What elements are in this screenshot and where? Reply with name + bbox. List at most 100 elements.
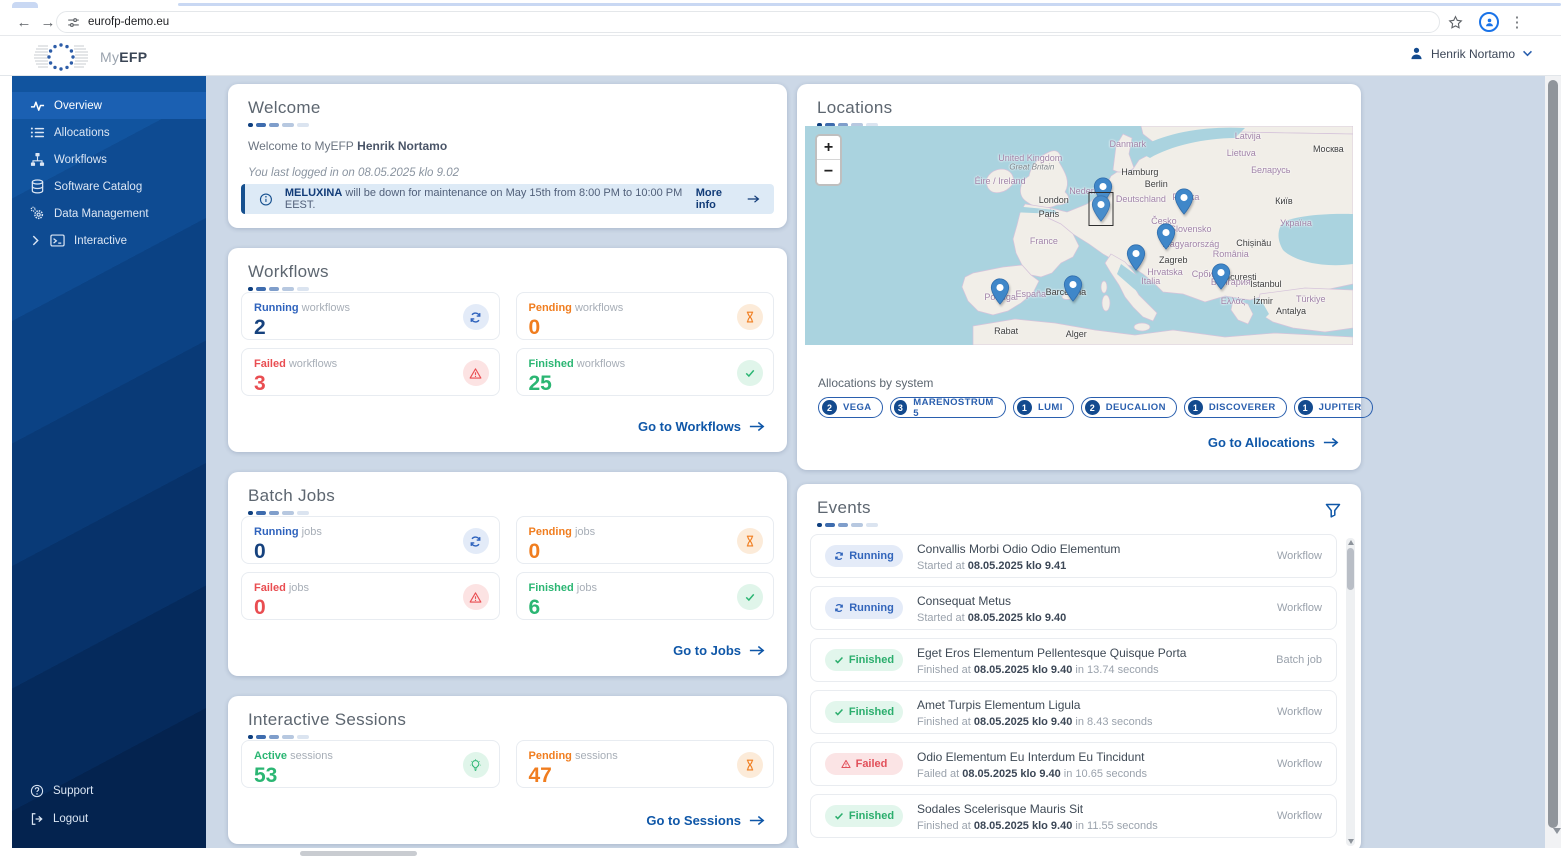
hourglass-icon [737, 528, 763, 554]
user-icon [1409, 46, 1424, 61]
arrow-right-icon [1323, 437, 1339, 448]
event-title: Sodales Scelerisque Mauris Sit [917, 802, 1083, 816]
sidebar-item-logout[interactable]: Logout [12, 806, 206, 832]
europe-map[interactable]: United KingdomGreat BritainÉire / Irelan… [805, 126, 1353, 345]
sidebar-item-overview[interactable]: Overview [12, 92, 206, 119]
info-icon [259, 192, 273, 207]
sync-icon [834, 603, 844, 613]
user-name: Henrik Nortamo [1431, 47, 1515, 61]
arrow-right-icon [749, 645, 765, 656]
url-bar[interactable]: eurofp-demo.eu [56, 11, 1440, 33]
bottom-strip [0, 848, 1561, 858]
sidebar: Overview Allocations Workflows Software … [12, 76, 206, 848]
event-row[interactable]: Running Convallis Morbi Odio Odio Elemen… [810, 534, 1337, 578]
events-list: Running Convallis Morbi Odio Odio Elemen… [810, 534, 1337, 852]
banner-text: MELUXINA will be down for maintenance on… [285, 187, 684, 211]
chip-vega: 2VEGA [818, 397, 883, 418]
title-decoration [817, 523, 878, 527]
event-type: Workflow [1277, 602, 1322, 614]
event-row[interactable]: Finished Amet Turpis Elementum LigulaFin… [810, 690, 1337, 734]
sidebar-item-workflows[interactable]: Workflows [12, 146, 206, 173]
events-title: Events [817, 498, 878, 518]
event-detail: Finished at 08.05.2025 klo 9.40 in 8.43 … [917, 716, 1263, 728]
map-pin[interactable] [991, 278, 1010, 305]
services-gear-icon [30, 206, 45, 221]
sessions-title: Interactive Sessions [248, 710, 767, 730]
forward-icon[interactable]: → [38, 12, 58, 32]
lightbulb-icon [463, 752, 489, 778]
page-scrollbar[interactable] [1545, 76, 1561, 848]
stat-running-workflows: Running workflows 2 [241, 292, 500, 340]
events-scrollbar[interactable] [1346, 538, 1355, 846]
status-badge-running: Running [825, 597, 903, 619]
map-pin[interactable] [1157, 223, 1176, 250]
stat-pending-workflows: Pending workflows 0 [516, 292, 775, 340]
browser-toolbar: ← → eurofp-demo.eu ⋮ [0, 8, 1561, 36]
browser-profile-avatar[interactable] [1479, 12, 1499, 32]
filter-icon[interactable] [1325, 502, 1341, 523]
zoom-in-button[interactable]: + [817, 136, 840, 160]
map-pin[interactable] [1211, 263, 1230, 290]
map-pin[interactable] [1063, 275, 1082, 302]
welcome-card: Welcome Welcome to MyEFP Henrik Nortamo … [228, 84, 787, 228]
sidebar-item-support[interactable]: Support [12, 778, 206, 804]
user-menu[interactable]: Henrik Nortamo [1409, 46, 1533, 61]
warning-icon [463, 360, 489, 386]
welcome-user-name: Henrik Nortamo [357, 139, 447, 153]
app-header: MyEFP Henrik Nortamo [0, 36, 1561, 76]
sidebar-item-allocations[interactable]: Allocations [12, 119, 206, 146]
bookmark-star-icon[interactable] [1445, 12, 1465, 32]
title-decoration [248, 735, 767, 739]
url-text[interactable]: eurofp-demo.eu [88, 16, 169, 28]
app-logo [30, 38, 92, 79]
event-row[interactable]: Finished Sodales Scelerisque Mauris SitF… [810, 794, 1337, 838]
title-decoration [248, 511, 767, 515]
last-login-text: You last logged in on 08.05.2025 klo 9.0… [248, 167, 767, 179]
sidebar-item-software-catalog[interactable]: Software Catalog [12, 173, 206, 200]
more-info-link[interactable]: More info [696, 187, 760, 211]
event-row[interactable]: Finished Eget Eros Elementum Pellentesqu… [810, 638, 1337, 682]
workflows-stats: Running workflows 2 Pending workflows 0 … [241, 292, 774, 396]
chevron-right-icon [32, 235, 39, 246]
scroll-down-arrow [1553, 828, 1561, 834]
check-icon [834, 811, 844, 821]
events-scrollbar-thumb[interactable] [1347, 548, 1354, 590]
sitemap-icon [30, 152, 45, 167]
scroll-up-arrow[interactable] [1348, 540, 1354, 545]
event-type: Workflow [1277, 810, 1322, 822]
browser-top-line [178, 3, 1561, 6]
arrow-right-icon [749, 815, 765, 826]
back-icon[interactable]: ← [14, 12, 34, 32]
page-scrollbar-thumb[interactable] [1548, 80, 1558, 828]
go-to-jobs-link[interactable]: Go to Jobs [673, 643, 765, 658]
workflows-title: Workflows [248, 262, 767, 282]
map-pin[interactable] [1091, 195, 1110, 222]
allocations-by-system-label: Allocations by system [818, 376, 933, 390]
go-to-allocations-link[interactable]: Go to Allocations [1208, 435, 1339, 450]
welcome-greeting: Welcome to MyEFP Henrik Nortamo [248, 139, 767, 153]
browser-top-strip [0, 0, 1561, 8]
scroll-down-arrow[interactable] [1348, 839, 1354, 844]
site-settings-icon[interactable] [67, 16, 80, 29]
maintenance-banner: MELUXINA will be down for maintenance on… [241, 184, 774, 214]
go-to-sessions-link[interactable]: Go to Sessions [646, 813, 765, 828]
sidebar-item-data-management[interactable]: Data Management [12, 200, 206, 227]
map-pin[interactable] [1126, 244, 1145, 271]
list-icon [30, 125, 45, 140]
browser-menu-icon[interactable]: ⋮ [1507, 12, 1527, 32]
chip-deucalion: 2DEUCALION [1081, 397, 1177, 418]
horizontal-scrollbar-thumb[interactable] [300, 851, 417, 856]
sync-icon [834, 551, 844, 561]
sidebar-item-interactive[interactable]: Interactive [12, 227, 206, 254]
hourglass-icon [737, 304, 763, 330]
event-title: Consequat Metus [917, 594, 1011, 608]
sessions-card: Interactive Sessions Active sessions 53 … [228, 696, 787, 844]
stat-pending-jobs: Pending jobs 0 [516, 516, 775, 564]
event-row[interactable]: Failed Odio Elementum Eu Interdum Eu Tin… [810, 742, 1337, 786]
event-row[interactable]: Running Consequat MetusStarted at 08.05.… [810, 586, 1337, 630]
events-card: Events Running Convallis Morbi Odio Odio… [797, 484, 1361, 852]
map-pin[interactable] [1175, 188, 1194, 215]
go-to-workflows-link[interactable]: Go to Workflows [638, 419, 765, 434]
check-icon [834, 707, 844, 717]
zoom-out-button[interactable]: − [817, 160, 840, 184]
